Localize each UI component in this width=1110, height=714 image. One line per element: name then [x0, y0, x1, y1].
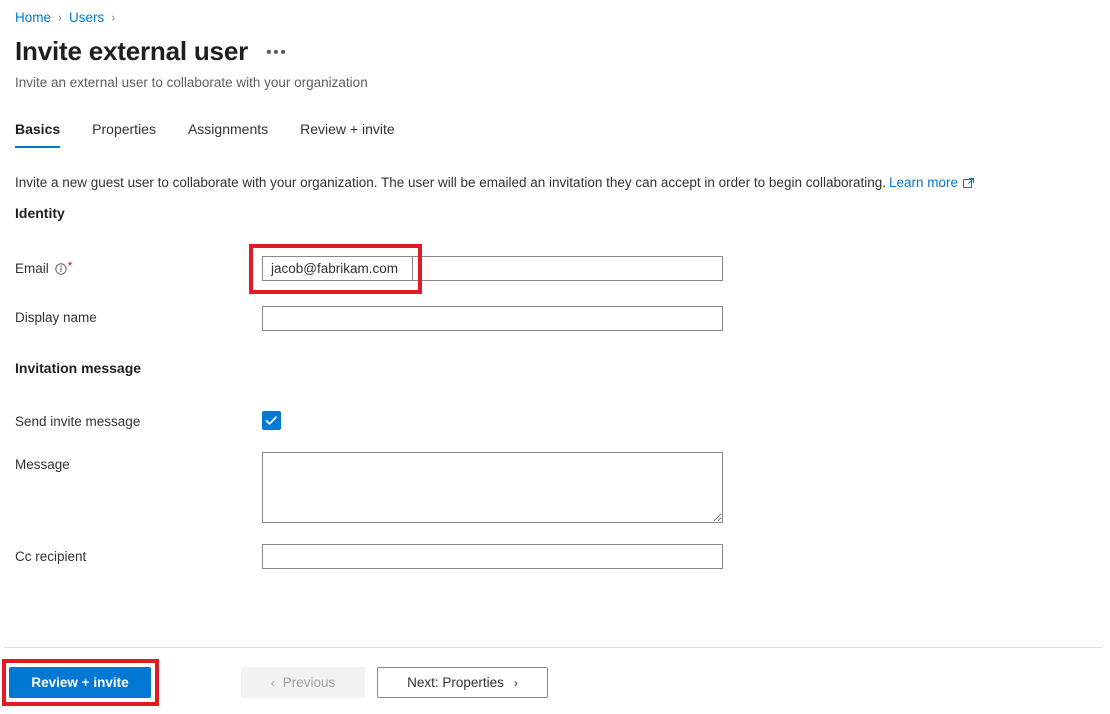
chevron-right-icon: › — [111, 10, 116, 25]
breadcrumb: Home › Users › — [15, 9, 122, 27]
chevron-left-icon: ‹ — [270, 675, 275, 690]
cc-recipient-label-text: Cc recipient — [15, 549, 87, 564]
page-title: Invite external user — [15, 36, 248, 66]
message-label-text: Message — [15, 457, 70, 472]
tab-assignments[interactable]: Assignments — [188, 121, 268, 148]
required-marker: * — [67, 258, 73, 273]
email-input-segment-divider — [412, 256, 413, 281]
display-name-input[interactable] — [262, 306, 723, 331]
invite-external-user-page: Home › Users › Invite external user ••• … — [0, 0, 1110, 714]
checkmark-icon — [265, 416, 277, 425]
message-textarea[interactable] — [262, 452, 723, 523]
email-label: Email * — [15, 258, 73, 277]
previous-button-label: Previous — [282, 675, 336, 690]
chevron-right-icon: › — [513, 675, 518, 690]
send-invite-message-checkbox[interactable] — [262, 411, 281, 430]
info-circle-icon[interactable] — [55, 262, 67, 275]
send-invite-message-label-text: Send invite message — [15, 414, 141, 429]
tab-review-invite[interactable]: Review + invite — [300, 121, 395, 148]
breadcrumb-item-home[interactable]: Home — [15, 9, 51, 27]
next-button-label: Next: Properties — [407, 675, 504, 690]
review-invite-button[interactable]: Review + invite — [9, 667, 151, 698]
page-title-row: Invite external user ••• — [15, 36, 287, 67]
email-input[interactable] — [262, 256, 723, 281]
external-link-icon[interactable] — [963, 177, 975, 188]
cc-recipient-label: Cc recipient — [15, 549, 86, 564]
email-label-text: Email — [15, 261, 49, 276]
wizard-tabs: Basics Properties Assignments Review + i… — [15, 121, 427, 148]
previous-button: ‹ Previous — [241, 667, 365, 698]
send-invite-message-label: Send invite message — [15, 414, 140, 429]
display-name-label-text: Display name — [15, 310, 97, 325]
intro-text: Invite a new guest user to collaborate w… — [15, 175, 887, 190]
display-name-label: Display name — [15, 310, 97, 325]
breadcrumb-item-users[interactable]: Users — [69, 9, 104, 27]
footer-divider — [4, 647, 1102, 648]
cc-recipient-input[interactable] — [262, 544, 723, 569]
chevron-right-icon: › — [58, 10, 63, 25]
tab-properties[interactable]: Properties — [92, 121, 156, 148]
learn-more-link[interactable]: Learn more — [889, 175, 958, 190]
more-options-icon[interactable]: ••• — [266, 45, 287, 61]
intro-text-row: Invite a new guest user to collaborate w… — [15, 175, 975, 190]
page-subtitle: Invite an external user to collaborate w… — [15, 75, 368, 90]
message-label: Message — [15, 457, 70, 472]
section-heading-invitation-message: Invitation message — [15, 360, 142, 376]
section-heading-identity: Identity — [15, 205, 65, 221]
next-properties-button[interactable]: Next: Properties › — [377, 667, 548, 698]
tab-basics[interactable]: Basics — [15, 121, 61, 148]
